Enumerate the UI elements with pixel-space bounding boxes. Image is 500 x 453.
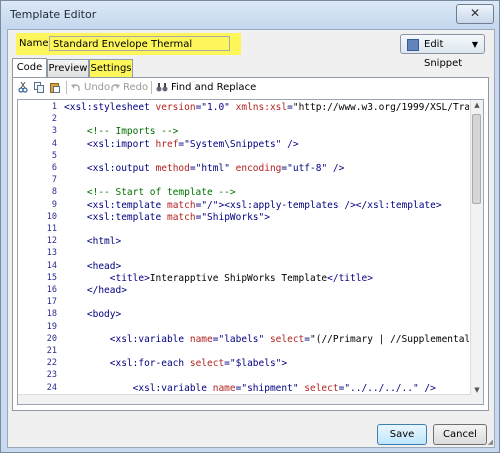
window-title: Template Editor xyxy=(10,8,97,21)
save-button[interactable]: Save xyxy=(377,424,427,445)
line-number: 20 xyxy=(46,333,57,344)
horizontal-scrollbar[interactable] xyxy=(18,394,471,404)
copy-icon[interactable] xyxy=(34,82,44,93)
template-editor-window: Template Editor ✕ Name: Standard Envelop… xyxy=(0,0,500,453)
line-number: 16 xyxy=(46,285,57,295)
editor-toolbar: Undo Redo Find and Replace xyxy=(13,78,488,97)
code-line[interactable]: <!-- Start of template --> xyxy=(64,187,236,198)
name-label: Name: xyxy=(19,38,52,49)
line-number: 3 xyxy=(51,126,57,137)
line-number: 22 xyxy=(46,358,57,369)
tab-settings[interactable]: Settings xyxy=(89,59,133,77)
binoculars-icon xyxy=(156,83,168,92)
snippet-icon xyxy=(407,39,419,51)
close-button[interactable]: ✕ xyxy=(456,4,494,24)
cut-icon[interactable] xyxy=(18,82,28,93)
code-text-area[interactable]: <xsl:stylesheet version="1.0" xmlns:xsl=… xyxy=(64,100,469,404)
redo-icon xyxy=(111,84,120,91)
line-number: 12 xyxy=(46,236,57,247)
line-number: 6 xyxy=(51,163,57,173)
line-number: 21 xyxy=(46,346,57,356)
code-editor[interactable]: 1234567891011121314151617181920212223242… xyxy=(17,99,484,405)
dialog-client-area: Name: Standard Envelope Thermal Edit Sni… xyxy=(7,29,495,448)
line-number: 19 xyxy=(46,321,57,332)
line-number: 1 xyxy=(51,102,57,112)
line-number: 10 xyxy=(46,211,57,222)
code-line[interactable]: <head> xyxy=(64,261,121,272)
line-number: 7 xyxy=(51,175,57,186)
code-line[interactable]: <xsl:variable name="labels" select="(//P… xyxy=(64,334,469,345)
line-number: 24 xyxy=(46,382,57,393)
line-number: 15 xyxy=(46,272,57,283)
code-line[interactable]: <title>Interapptive ShipWorks Template</… xyxy=(64,273,373,284)
line-number: 18 xyxy=(46,309,57,320)
line-number: 23 xyxy=(46,370,57,381)
code-line[interactable]: <xsl:template match="ShipWorks"> xyxy=(64,212,270,223)
line-number: 13 xyxy=(46,248,57,259)
name-input[interactable]: Standard Envelope Thermal xyxy=(49,36,230,51)
chevron-down-icon[interactable]: ▼ xyxy=(472,35,478,54)
tab-code[interactable]: Code xyxy=(12,58,47,78)
cancel-button[interactable]: Cancel xyxy=(433,424,487,445)
code-line[interactable]: <xsl:variable name="shipment" select="..… xyxy=(64,383,436,394)
code-line[interactable]: <xsl:template match="/"><xsl:apply-templ… xyxy=(64,200,442,211)
undo-icon xyxy=(71,84,80,91)
toolbar-separator xyxy=(151,81,152,94)
line-number: 9 xyxy=(51,199,57,210)
line-number: 4 xyxy=(51,138,57,149)
edit-snippet-button[interactable]: Edit Snippet ▼ xyxy=(400,34,485,69)
code-line[interactable]: <!-- Imports --> xyxy=(64,126,179,137)
code-line[interactable]: </head> xyxy=(64,285,127,296)
resize-grip-icon[interactable]: ◢ xyxy=(488,438,493,446)
line-number: 2 xyxy=(51,114,57,125)
code-tab-panel: Undo Redo Find and Replace 1 2 3 4 5 6 7 8 9 10 11… xyxy=(12,77,489,411)
line-number-gutter: 1234567891011121314151617181920212223242… xyxy=(18,100,60,404)
scroll-up-icon[interactable]: ▲ xyxy=(471,101,483,109)
tab-preview[interactable]: Preview xyxy=(47,59,89,77)
code-line[interactable]: <xsl:stylesheet version="1.0" xmlns:xsl=… xyxy=(64,102,469,113)
line-number: 8 xyxy=(51,187,57,198)
line-number: 14 xyxy=(46,260,57,271)
code-line[interactable]: <body> xyxy=(64,309,121,320)
title-bar: Template Editor ✕ xyxy=(1,1,499,29)
redo-button[interactable]: Redo xyxy=(123,80,148,95)
vertical-scroll-thumb[interactable] xyxy=(472,114,481,204)
name-field-group: Name: Standard Envelope Thermal xyxy=(16,33,241,55)
line-number: 17 xyxy=(46,297,57,308)
paste-icon[interactable] xyxy=(50,82,60,93)
line-number: 11 xyxy=(46,224,57,234)
code-line[interactable]: <xsl:import href="System\Snippets" /> xyxy=(64,139,299,150)
line-number: 5 xyxy=(51,150,57,161)
code-line[interactable]: <html> xyxy=(64,236,121,247)
find-and-replace-button[interactable]: Find and Replace xyxy=(171,80,256,95)
undo-button[interactable]: Undo xyxy=(84,80,110,95)
vertical-scrollbar[interactable]: ▲ ▼ xyxy=(470,100,483,404)
toolbar-separator xyxy=(66,81,67,94)
code-line[interactable]: <xsl:output method="html" encoding="utf-… xyxy=(64,163,344,174)
scroll-down-icon[interactable]: ▼ xyxy=(471,386,483,394)
code-line[interactable]: <xsl:for-each select="$labels"> xyxy=(64,358,287,369)
